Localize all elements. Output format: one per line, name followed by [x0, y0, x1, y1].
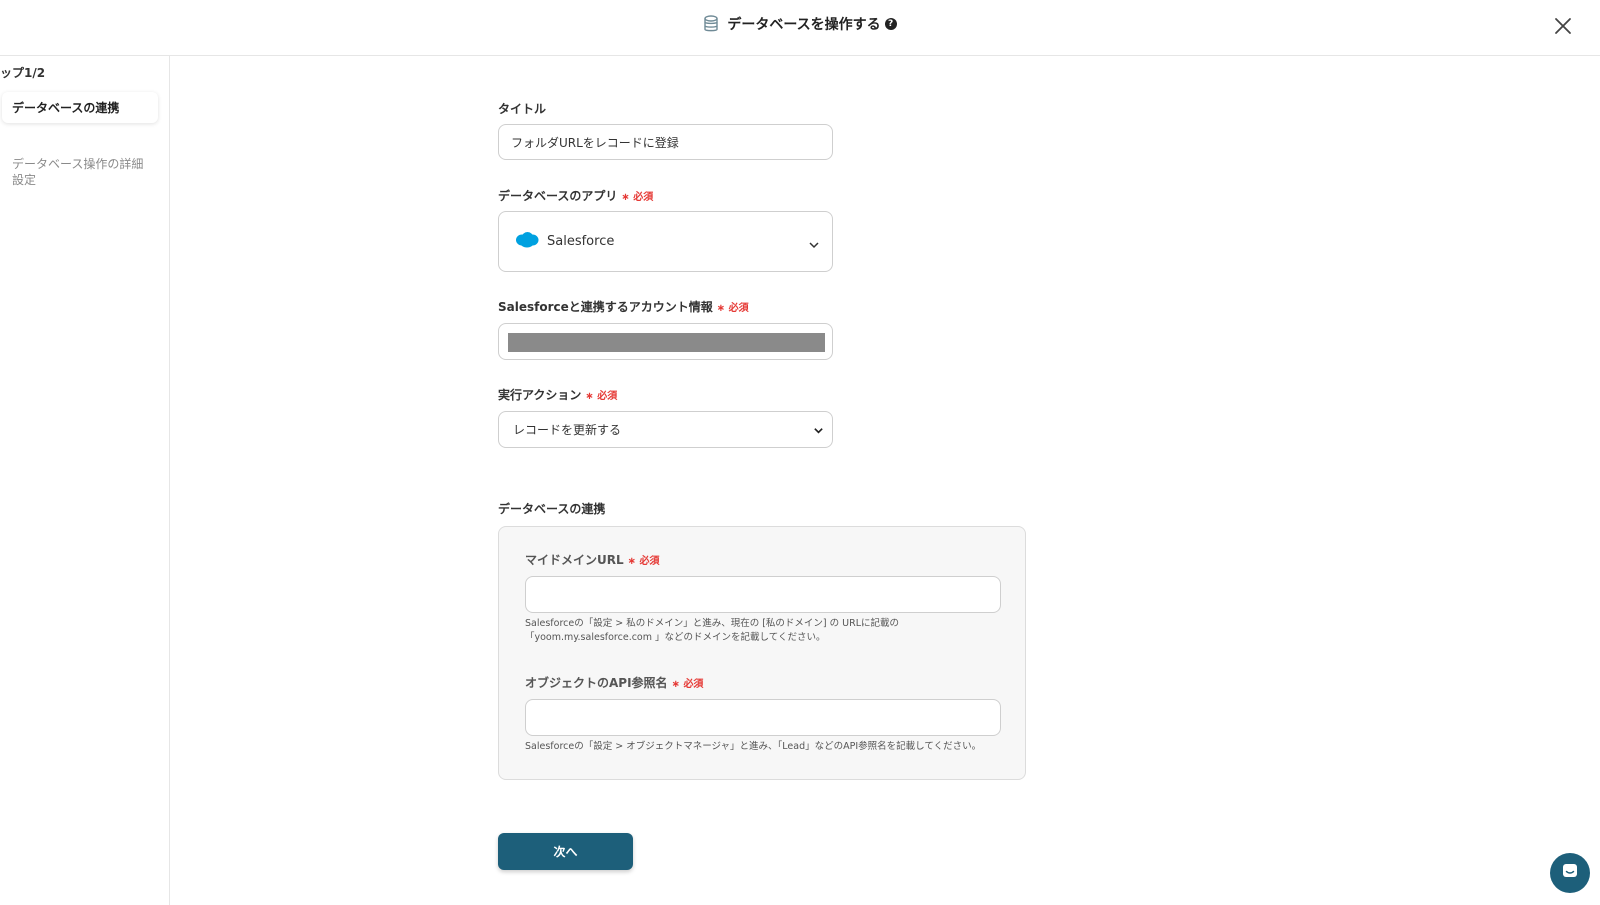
sidebar-item-label: データベース操作の詳細設定 — [12, 157, 144, 187]
sidebar-item-db-detail[interactable]: データベース操作の詳細設定 — [12, 156, 152, 188]
salesforce-logo-icon — [515, 231, 539, 252]
chevron-down-icon — [808, 236, 820, 255]
sidebar-item-label: データベースの連携 — [12, 101, 120, 115]
title-input[interactable]: フォルダURLをレコードに登録 — [498, 124, 833, 160]
required-text: 必須 — [633, 192, 654, 203]
required-badge: ∗ 必須 — [627, 556, 660, 567]
required-badge: ∗ 必須 — [621, 192, 654, 203]
title-label-text: タイトル — [498, 102, 547, 116]
domain-label: マイドメインURL ∗ 必須 — [525, 551, 660, 568]
domain-url-input[interactable] — [525, 576, 1001, 613]
domain-hint-line-2: 「yoom.my.salesforce.com 」などのドメインを記載してくださ… — [525, 632, 826, 643]
modal-header: データベースを操作する ? — [0, 0, 1600, 56]
action-select-value: レコードを更新する — [513, 423, 622, 437]
next-button-label: 次へ — [553, 845, 578, 859]
next-button[interactable]: 次へ — [498, 833, 633, 870]
object-label: オブジェクトのAPI参照名 ∗ 必須 — [525, 674, 703, 691]
chevron-down-icon — [813, 425, 824, 439]
action-label: 実行アクション ∗ 必須 — [498, 386, 617, 403]
db-link-panel: マイドメインURL ∗ 必須 Salesforceの「設定 > 私のドメイン」と進… — [498, 526, 1026, 780]
chat-icon — [1560, 861, 1580, 885]
required-text: 必須 — [728, 303, 749, 314]
object-api-name-input[interactable] — [525, 699, 1001, 736]
close-icon[interactable] — [1552, 15, 1574, 37]
database-icon — [703, 15, 719, 33]
step-indicator: ップ1/2 — [0, 66, 46, 80]
chat-button[interactable] — [1550, 853, 1590, 893]
modal-title: データベースを操作する — [727, 17, 881, 33]
app-label-text: データベースのアプリ — [498, 189, 618, 203]
required-text: 必須 — [597, 391, 618, 402]
title-label: タイトル — [498, 100, 546, 117]
title-input-value: フォルダURLをレコードに登録 — [511, 136, 679, 150]
object-label-text: オブジェクトのAPI参照名 — [525, 676, 668, 690]
app-select[interactable]: Salesforce — [498, 211, 833, 272]
action-label-text: 実行アクション — [498, 388, 582, 402]
modal-title-group: データベースを操作する ? — [0, 14, 1600, 34]
account-label: Salesforceと連携するアカウント情報 ∗ 必須 — [498, 298, 749, 315]
required-text: 必須 — [639, 556, 660, 567]
account-label-text: Salesforceと連携するアカウント情報 — [498, 300, 713, 314]
required-text: 必須 — [683, 679, 704, 690]
db-link-section-title: データベースの連携 — [498, 502, 606, 516]
app-select-value: Salesforce — [547, 234, 615, 249]
required-badge: ∗ 必須 — [671, 679, 704, 690]
app-label: データベースのアプリ ∗ 必須 — [498, 187, 653, 204]
step-sidebar: ップ1/2 データベースの連携 データベース操作の詳細設定 — [0, 56, 170, 905]
question-circle-icon[interactable]: ? — [884, 18, 897, 30]
domain-hint-line-1: Salesforceの「設定 > 私のドメイン」と進み、現在の [私のドメイン]… — [525, 618, 900, 629]
object-hint: Salesforceの「設定 > オブジェクトマネージャ」と進み、「Lead」な… — [525, 741, 982, 752]
domain-label-text: マイドメインURL — [525, 553, 624, 567]
required-badge: ∗ 必須 — [716, 303, 749, 314]
required-badge: ∗ 必須 — [585, 391, 618, 402]
masked-account-value — [508, 333, 825, 352]
sidebar-item-db-link[interactable]: データベースの連携 — [2, 92, 158, 123]
action-select[interactable]: レコードを更新する — [498, 411, 833, 448]
account-select[interactable] — [498, 323, 833, 360]
